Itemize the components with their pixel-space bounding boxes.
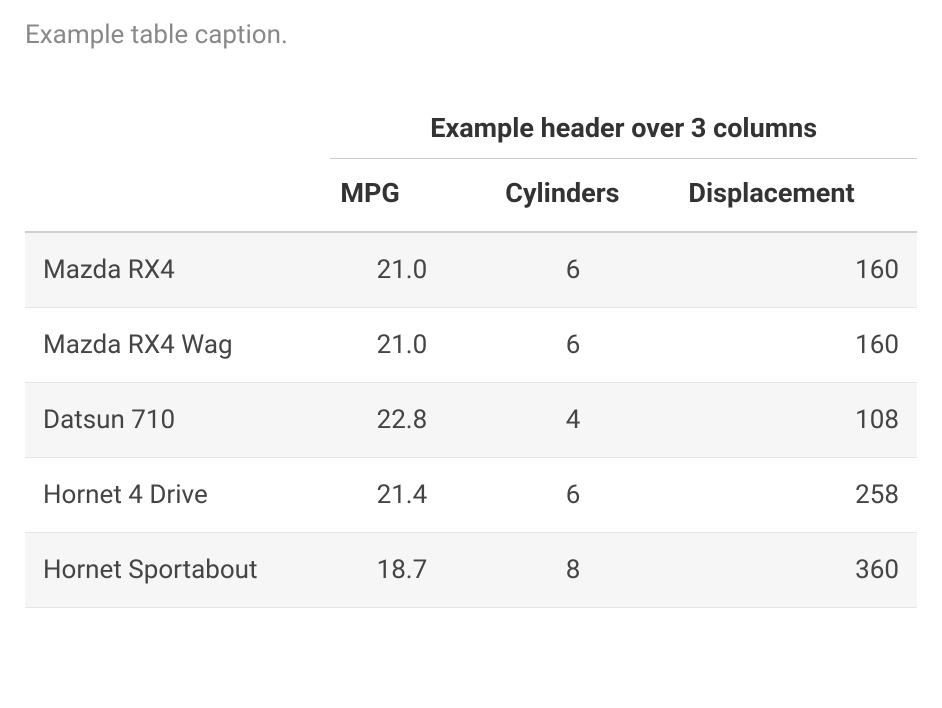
column-header-row: MPG Cylinders Displacement [25, 159, 917, 233]
column-header-mpg: MPG [330, 159, 487, 233]
row-cyl: 6 [487, 232, 670, 308]
table-row: Mazda RX4 Wag 21.0 6 160 [25, 308, 917, 383]
row-name: Mazda RX4 Wag [25, 308, 330, 383]
row-disp: 160 [670, 308, 917, 383]
spanner-blank [25, 90, 330, 159]
column-header-displacement: Displacement [670, 159, 917, 233]
row-name: Datsun 710 [25, 383, 330, 458]
row-name: Mazda RX4 [25, 232, 330, 308]
row-disp: 258 [670, 458, 917, 533]
table-row: Mazda RX4 21.0 6 160 [25, 232, 917, 308]
column-header-blank [25, 159, 330, 233]
row-cyl: 4 [487, 383, 670, 458]
row-disp: 160 [670, 232, 917, 308]
table-caption: Example table caption. [25, 20, 917, 50]
column-header-cylinders: Cylinders [487, 159, 670, 233]
row-mpg: 21.0 [330, 308, 487, 383]
spanner-header: Example header over 3 columns [330, 90, 917, 159]
row-cyl: 8 [487, 533, 670, 608]
row-name: Hornet Sportabout [25, 533, 330, 608]
row-mpg: 21.4 [330, 458, 487, 533]
table-row: Hornet Sportabout 18.7 8 360 [25, 533, 917, 608]
row-disp: 108 [670, 383, 917, 458]
row-name: Hornet 4 Drive [25, 458, 330, 533]
data-table: Example header over 3 columns MPG Cylind… [25, 90, 917, 608]
row-cyl: 6 [487, 458, 670, 533]
row-mpg: 21.0 [330, 232, 487, 308]
table-row: Datsun 710 22.8 4 108 [25, 383, 917, 458]
spanner-row: Example header over 3 columns [25, 90, 917, 159]
row-cyl: 6 [487, 308, 670, 383]
row-mpg: 18.7 [330, 533, 487, 608]
table-row: Hornet 4 Drive 21.4 6 258 [25, 458, 917, 533]
row-disp: 360 [670, 533, 917, 608]
row-mpg: 22.8 [330, 383, 487, 458]
